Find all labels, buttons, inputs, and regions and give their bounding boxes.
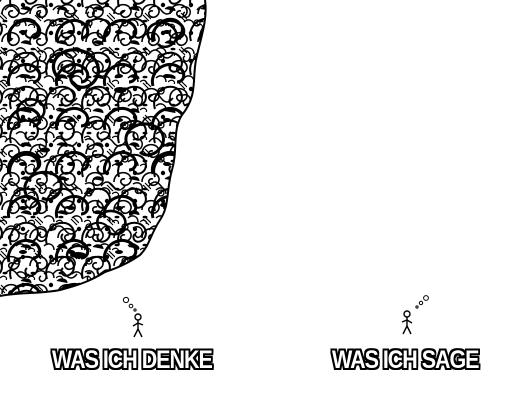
caption-what-i-say: WAS ICH SAGE	[332, 346, 480, 374]
doodle-thought-cloud-icon	[0, 0, 207, 297]
right-panel-what-i-say: WAS ICH SAGE	[264, 0, 528, 417]
left-panel-what-i-think: WAS ICH DENKE	[0, 0, 264, 417]
thought-bubble-dots-icon	[415, 295, 429, 309]
stick-figure-icon	[132, 313, 144, 338]
caption-what-i-think: WAS ICH DENKE	[52, 346, 213, 374]
meme-canvas: WAS ICH DENKE WAS ICH SAGE	[0, 0, 528, 417]
stick-figure-icon	[401, 310, 413, 335]
thought-bubble-dots-icon	[122, 296, 137, 312]
